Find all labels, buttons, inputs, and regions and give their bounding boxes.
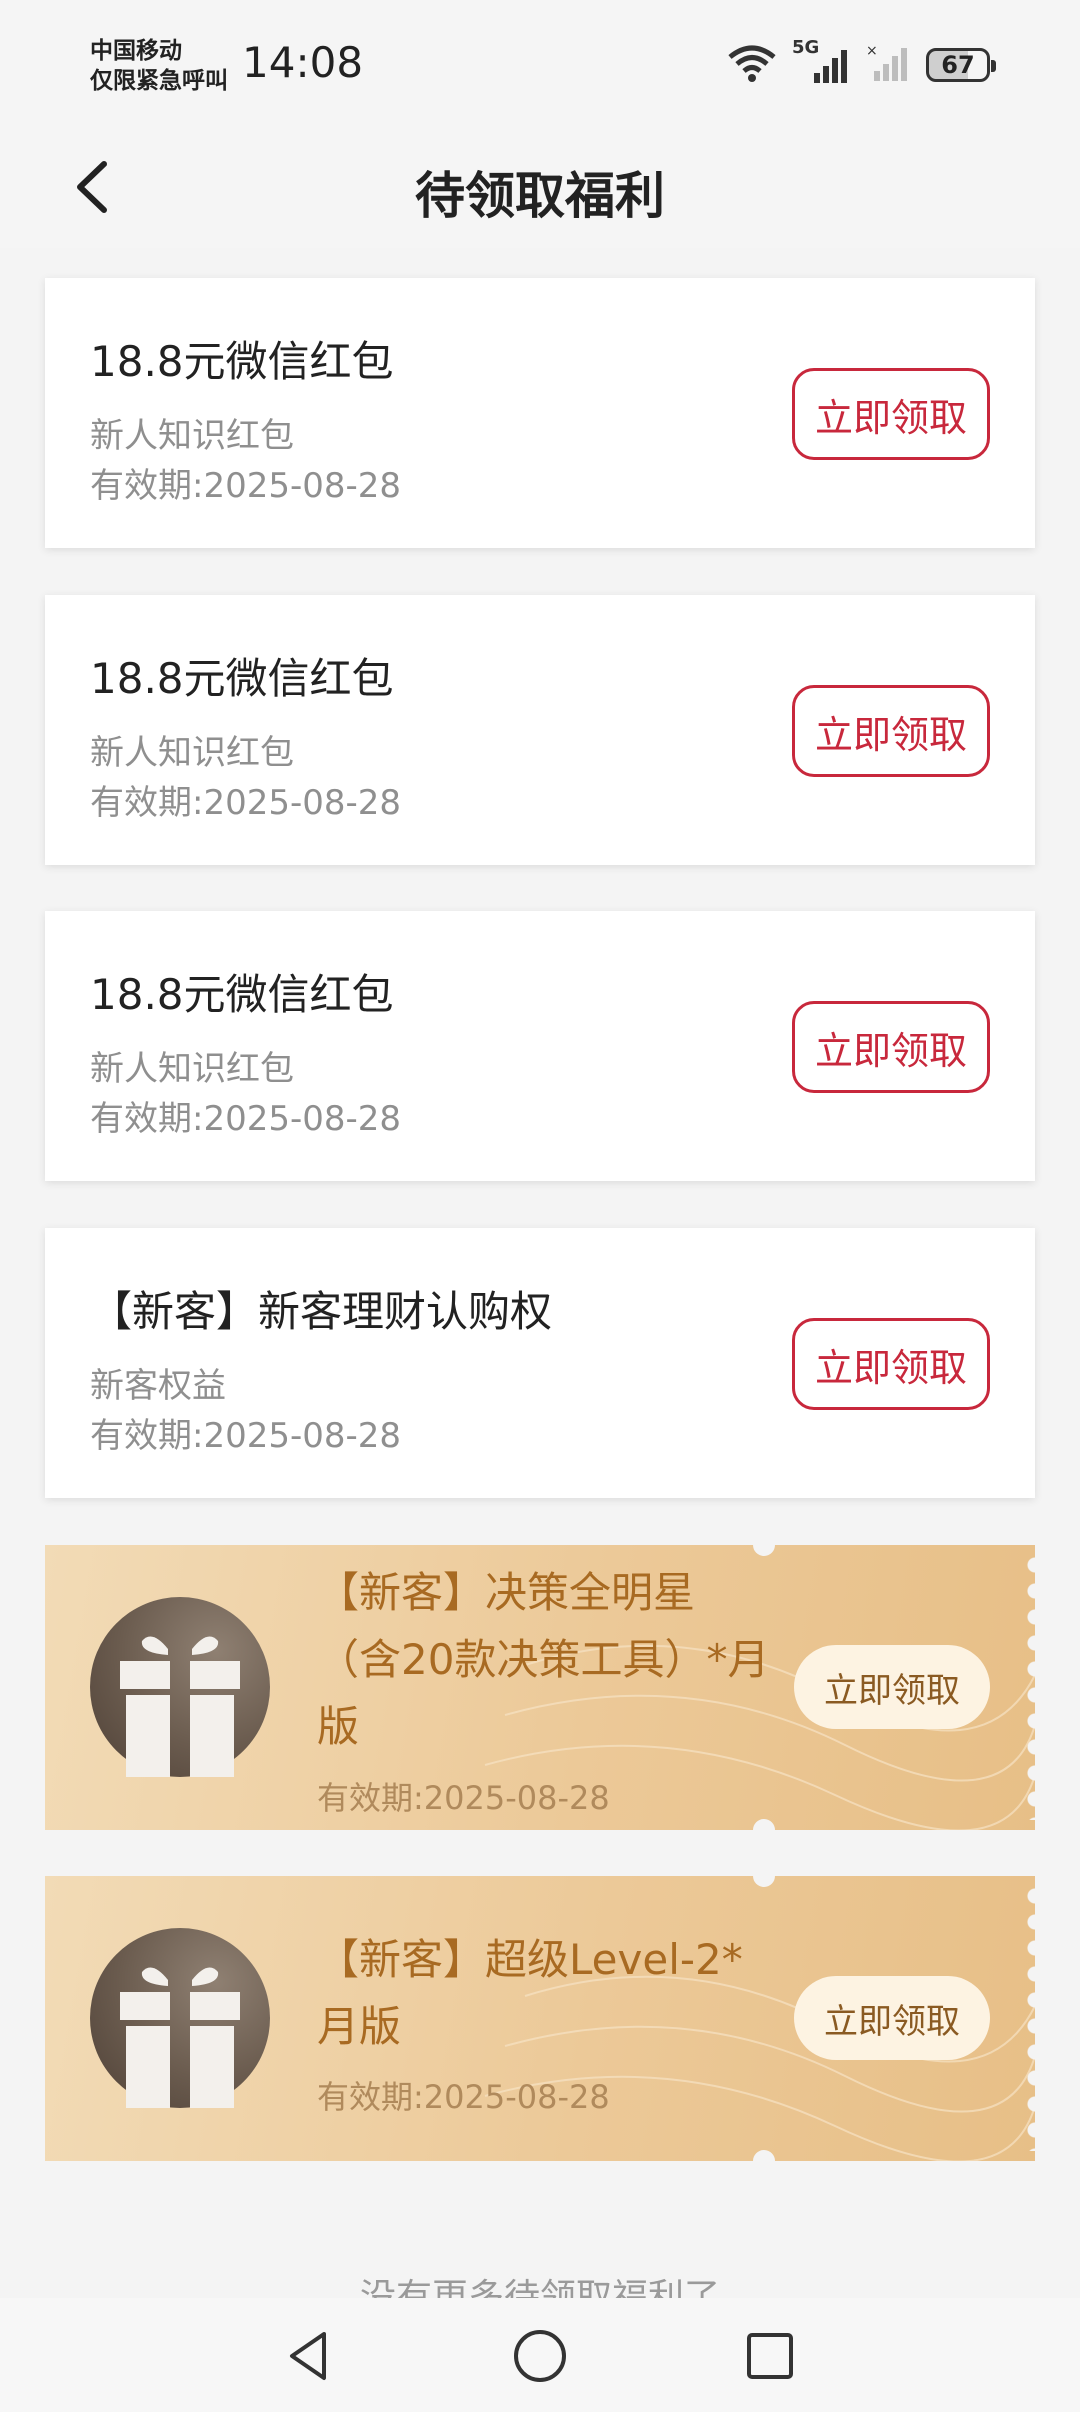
nav-home-button[interactable] [510,2326,570,2386]
claim-button[interactable]: 立即领取 [792,1001,990,1093]
benefit-card: 18.8元微信红包 新人知识红包 有效期:2025-08-28 立即领取 [45,595,1035,865]
svg-text:×: × [866,43,878,59]
signal-no-service-icon: × [866,43,912,87]
nav-home-icon [514,2330,566,2382]
claim-button[interactable]: 立即领取 [792,1318,990,1410]
status-bar: 中国移动 仅限紧急呼叫 14:08 5G × 67 [0,0,1080,130]
benefit-type: 新客权益 [90,1366,226,1406]
carrier-info: 中国移动 仅限紧急呼叫 [90,36,228,96]
nav-back-icon [290,2332,326,2380]
benefit-card: 18.8元微信红包 新人知识红包 有效期:2025-08-28 立即领取 [45,278,1035,548]
nav-back-button[interactable] [280,2326,340,2386]
benefit-list[interactable]: 18.8元微信红包 新人知识红包 有效期:2025-08-28 立即领取 18.… [0,248,1080,2298]
benefit-type: 新人知识红包 [90,733,294,773]
signal-icon: 5G [792,37,852,85]
nav-recent-button[interactable] [740,2326,800,2386]
claim-button[interactable]: 立即领取 [792,368,990,460]
benefit-name: 18.8元微信红包 [90,337,394,386]
nav-recent-icon [747,2333,793,2379]
benefit-expiry: 有效期:2025-08-28 [90,466,402,506]
gold-benefit-card: 【新客】超级Level-2*月版 有效期:2025-08-28 立即领取 [45,1876,1035,2161]
benefit-expiry: 有效期:2025-08-28 [90,1416,402,1456]
gift-icon [90,1928,270,2108]
claim-button[interactable]: 立即领取 [794,1645,990,1729]
claim-button[interactable]: 立即领取 [794,1976,990,2060]
benefit-expiry: 有效期:2025-08-28 [90,783,402,823]
benefit-type: 新人知识红包 [90,1049,294,1089]
benefit-name: 【新客】超级Level-2*月版 [317,1935,743,2051]
benefit-name: 18.8元微信红包 [90,654,394,703]
network-type-label: 5G [792,37,820,58]
benefit-name: 【新客】新客理财认购权 [90,1287,553,1336]
page-title: 待领取福利 [415,167,665,225]
claim-button[interactable]: 立即领取 [792,685,990,777]
benefit-expiry: 有效期:2025-08-28 [317,1779,610,1817]
benefit-expiry: 有效期:2025-08-28 [317,2078,610,2116]
wifi-icon [726,43,778,87]
gift-icon [90,1597,270,1777]
benefit-expiry: 有效期:2025-08-28 [90,1099,402,1139]
carrier-name: 中国移动 [90,38,182,64]
status-time: 14:08 [242,38,364,87]
battery-icon: 67 [926,48,996,82]
benefit-name: 【新客】决策全明星（含20款决策工具）*月版 [317,1568,770,1751]
benefit-type: 新人知识红包 [90,416,294,456]
gold-benefit-card: 【新客】决策全明星（含20款决策工具）*月版 有效期:2025-08-28 立即… [45,1545,1035,1830]
system-icons: 5G × 67 [726,37,996,90]
benefit-card: 18.8元微信红包 新人知识红包 有效期:2025-08-28 立即领取 [45,911,1035,1181]
page-header: 待领取福利 [0,130,1080,248]
benefit-card: 【新客】新客理财认购权 新客权益 有效期:2025-08-28 立即领取 [45,1228,1035,1498]
battery-level: 67 [941,51,975,79]
benefit-name: 18.8元微信红包 [90,970,394,1019]
no-more-text: 没有更多待领取福利了 [359,2277,720,2298]
system-nav-bar [0,2298,1080,2412]
emergency-only-label: 仅限紧急呼叫 [90,68,228,94]
